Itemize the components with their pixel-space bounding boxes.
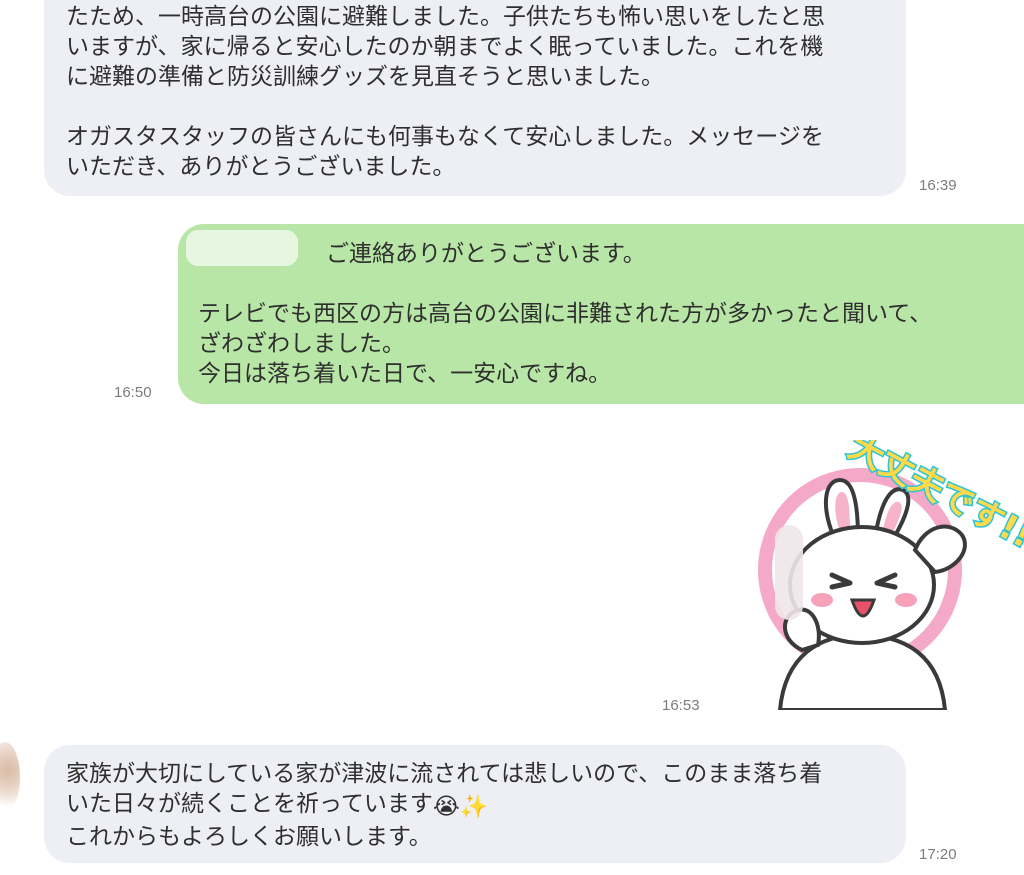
received-message-bubble[interactable]: 家族が大切にしている家が津波に流されては悲しいので、このまま落ち着 いた日々が続…	[44, 745, 906, 863]
received-message-bubble[interactable]: たため、一時高台の公園に避難しました。子供たちも怖い思いをしたと思 いますが、家…	[44, 0, 906, 196]
blurred-name-redaction	[186, 230, 298, 266]
message-text-line: たため、一時高台の公園に避難しました。子供たちも怖い思いをしたと思	[66, 4, 825, 30]
message-timestamp: 16:53	[662, 697, 700, 714]
message-timestamp: 16:50	[114, 384, 152, 401]
message-text-line: 家族が大切にしている家が津波に流されては悲しいので、このまま落ち着	[66, 761, 823, 787]
chat-thread: たため、一時高台の公園に避難しました。子供たちも怖い思いをしたと思 いますが、家…	[0, 0, 1024, 875]
bunny-sticker-icon[interactable]: 大丈夫です!!	[740, 440, 1024, 710]
message-text-line: に避難の準備と防災訓練グッズを見直そうと思いました。	[66, 64, 664, 90]
message-text-line: オガスタスタッフの皆さんにも何事もなくて安心しました。メッセージを	[66, 124, 824, 150]
message-timestamp: 16:39	[919, 177, 957, 194]
bunny-left-cheek	[811, 593, 833, 607]
avatar[interactable]	[0, 742, 20, 812]
message-text-line: いた日々が続くことを祈っています	[66, 791, 433, 817]
sent-message-bubble[interactable]: ご連絡ありがとうございます。テレビでも西区の方は高台の公園に非難された方が多かっ…	[178, 224, 1024, 404]
message-text-line: いますが、家に帰ると安心したのか朝までよく眠っていました。これを機	[66, 34, 824, 60]
message-text-line: テレビでも西区の方は高台の公園に非難された方が多かったと聞いて、	[198, 301, 933, 327]
blurred-redaction	[775, 525, 803, 620]
message-greeting: ご連絡ありがとうございます。	[326, 241, 646, 267]
message-text-line: これからもよろしくお願いします。	[66, 824, 432, 850]
sparkles-icon: ✨	[459, 794, 489, 820]
message-text-line: 今日は落ち着いた日で、一安心ですね。	[198, 361, 612, 387]
crying-face-icon: 😭	[432, 794, 460, 820]
message-text-line: いただき、ありがとうございました。	[66, 154, 456, 180]
bunny-right-cheek	[895, 593, 917, 607]
message-text-line: ざわざわしました。	[198, 331, 405, 357]
message-timestamp: 17:20	[919, 846, 957, 863]
